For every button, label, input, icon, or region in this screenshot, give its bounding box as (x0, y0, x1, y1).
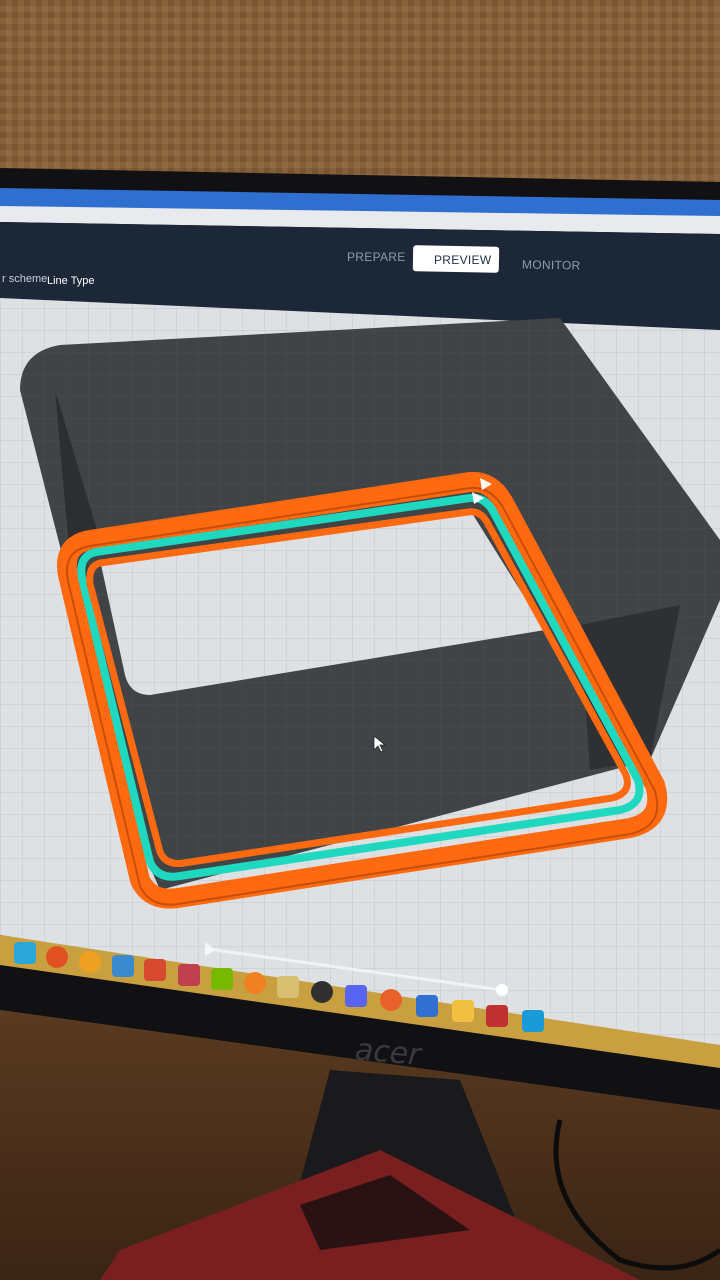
file-explorer-icon[interactable] (416, 995, 438, 1017)
monitor-brand-logo: acer (353, 1032, 423, 1073)
photo-scene (0, 0, 720, 1280)
web-icon[interactable] (244, 972, 266, 994)
folder-icon[interactable] (452, 1000, 474, 1022)
chrome-icon[interactable] (79, 951, 101, 973)
tab-prepare[interactable]: PREPARE (347, 250, 406, 264)
tab-monitor[interactable]: MONITOR (522, 257, 581, 272)
firefox-icon[interactable] (380, 989, 402, 1011)
inkscape-icon[interactable] (277, 976, 299, 998)
photo-icon[interactable] (144, 959, 166, 981)
discord-icon[interactable] (345, 985, 367, 1007)
cura-icon[interactable] (522, 1010, 544, 1032)
color-scheme-label: r scheme (2, 273, 48, 285)
layer-slider-handle[interactable] (496, 984, 508, 996)
obs-icon[interactable] (311, 981, 333, 1003)
grid-icon[interactable] (486, 1005, 508, 1027)
blender-icon[interactable] (14, 942, 36, 964)
wallpaper (0, 0, 720, 200)
nvidia-icon[interactable] (211, 968, 233, 990)
tab-preview[interactable]: PREVIEW (434, 253, 491, 267)
photo-stage: PREPARE PREVIEW MONITOR r scheme Line Ty… (0, 0, 720, 1280)
opencl-icon[interactable] (46, 946, 68, 968)
cube-icon[interactable] (178, 964, 200, 986)
color-scheme-dropdown[interactable]: Line Type (47, 275, 95, 287)
nav-icon[interactable] (112, 955, 134, 977)
